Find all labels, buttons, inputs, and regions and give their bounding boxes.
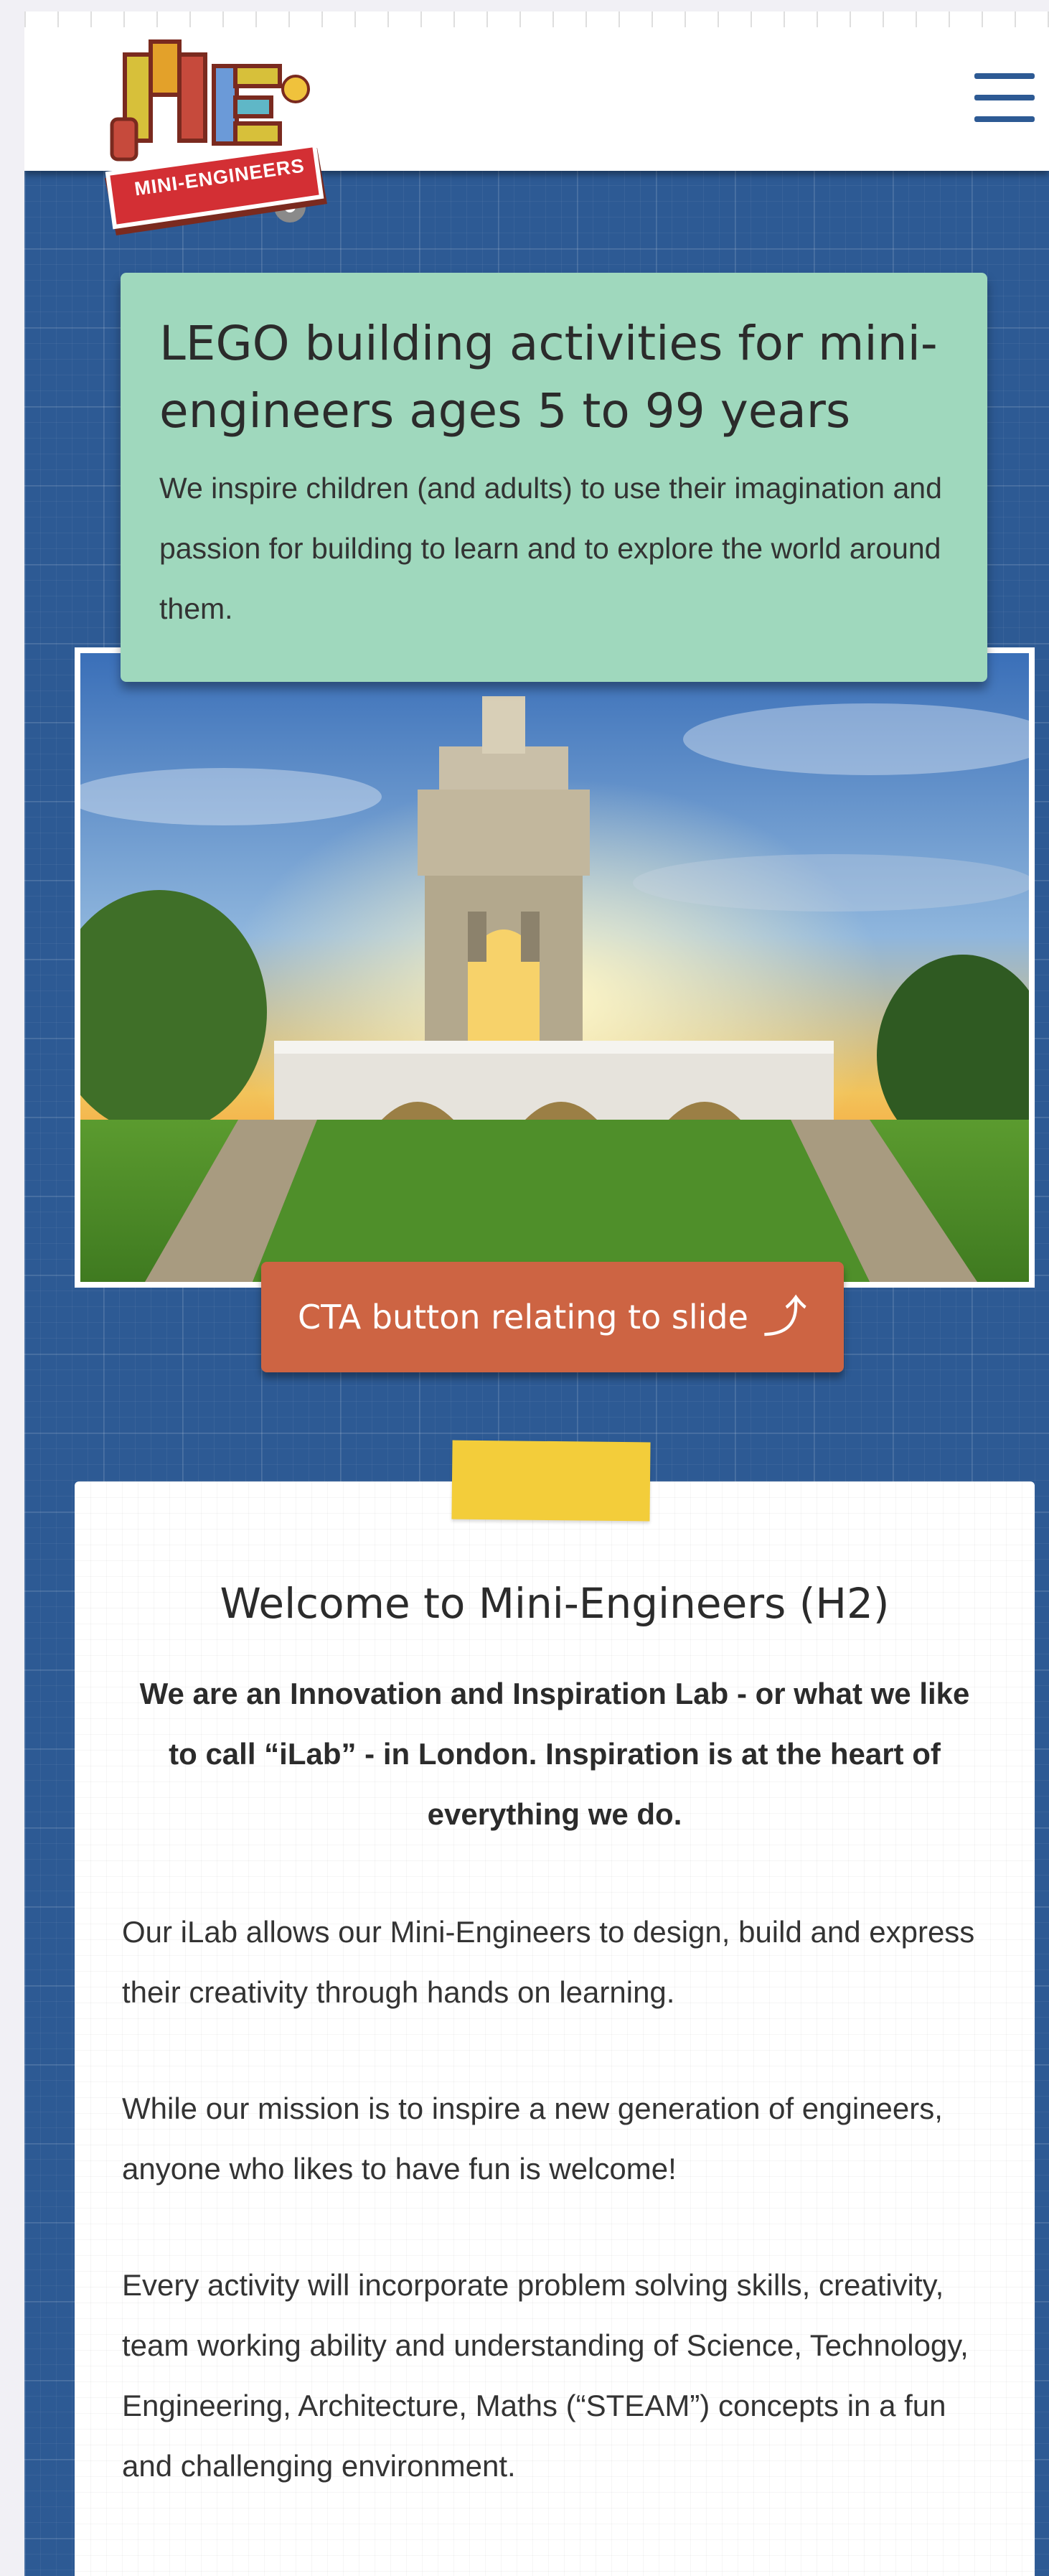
welcome-paragraph: Every activity will incorporate problem … [122,2268,969,2483]
hamburger-menu-icon[interactable] [974,73,1035,131]
welcome-title: Welcome to Mini-Engineers (H2) [220,1579,890,1628]
hero-description: We inspire children (and adults) to use … [159,472,942,625]
cta-button[interactable]: CTA button relating to slide ⤴ [261,1262,844,1372]
ruler-strip [24,11,1049,27]
tape-decoration [451,1440,651,1522]
cta-label: CTA button relating to slide [298,1298,748,1336]
welcome-paragraph: Our iLab allows our Mini-Engineers to de… [122,1915,975,2009]
hero-card: LEGO building activities for mini-engine… [121,273,987,682]
hero-slide-image [75,647,1035,1288]
site-logo[interactable]: MINI-ENGINEERS [80,26,339,235]
page: MINI-ENGINEERS LEGO building activities … [24,11,1049,2576]
welcome-paragraph: While our mission is to inspire a new ge… [122,2092,943,2186]
welcome-card: Welcome to Mini-Engineers (H2) We are an… [75,1440,1035,2576]
hero-title: LEGO building activities for mini-engine… [159,316,938,439]
welcome-lead: We are an Innovation and Inspiration Lab… [139,1677,970,1831]
curved-arrow-icon: ⤴ [762,1291,807,1343]
